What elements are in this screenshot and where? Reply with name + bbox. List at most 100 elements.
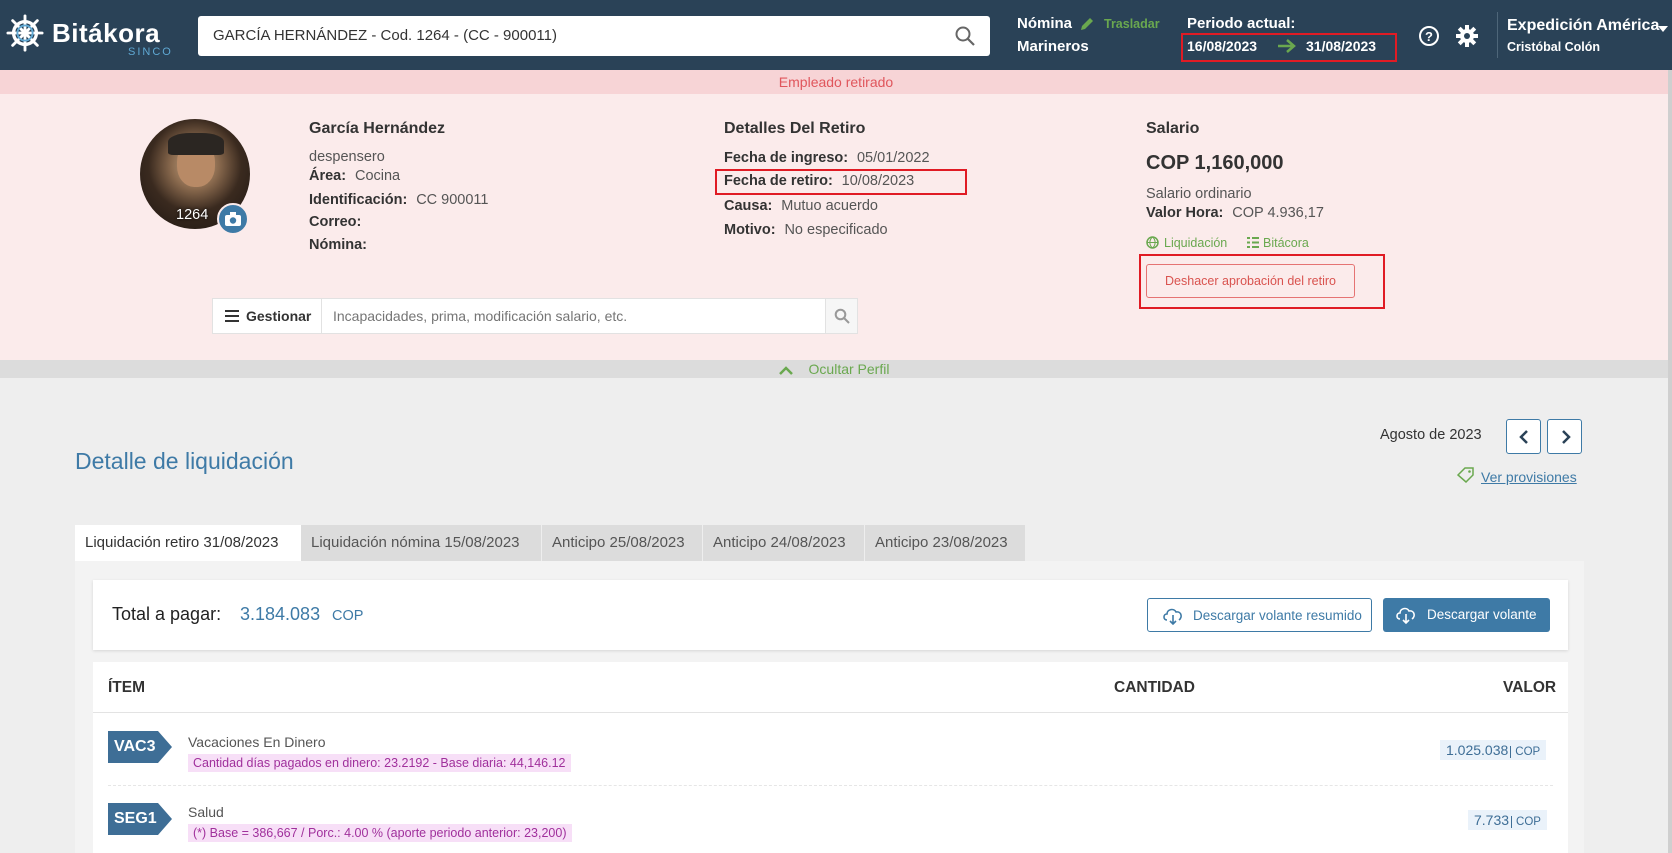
- svg-text:?: ?: [1425, 29, 1433, 44]
- tab-payroll-liquidation[interactable]: Liquidación nómina 15/08/2023: [301, 525, 541, 561]
- col-qty-header: CANTIDAD: [1114, 679, 1195, 696]
- manage-button-label: Gestionar: [246, 308, 312, 324]
- liquidation-link[interactable]: Liquidación: [1164, 236, 1227, 250]
- scrollbar[interactable]: [1668, 70, 1672, 853]
- start-date-label: Fecha de ingreso:: [724, 150, 849, 166]
- company-name[interactable]: Expedición América: [1507, 17, 1659, 35]
- manage-button[interactable]: Gestionar: [213, 299, 322, 333]
- employee-search-input[interactable]: GARCÍA HERNÁNDEZ - Cod. 1264 - (CC - 900…: [198, 16, 990, 56]
- row-value-currency: COP: [1510, 746, 1541, 758]
- area-label: Área:: [309, 168, 347, 184]
- cloud-download-icon: [1396, 607, 1415, 624]
- ship-wheel-logo-icon[interactable]: [6, 14, 44, 52]
- row-value-amount: 1.025.038: [1446, 742, 1509, 758]
- download-summary-button[interactable]: Descargar volante resumido: [1147, 598, 1372, 632]
- row-value-currency: COP: [1511, 816, 1541, 828]
- search-icon[interactable]: [954, 25, 976, 47]
- next-month-button[interactable]: [1547, 419, 1582, 454]
- salary-amount: COP 1,160,000: [1146, 152, 1284, 174]
- row-note: (*) Base = 386,667 / Porc.: 4.00 % (apor…: [188, 824, 572, 842]
- payroll-label: Nómina:: [309, 237, 367, 253]
- reason-value: No especificado: [784, 222, 888, 238]
- employee-role: despensero: [309, 149, 385, 165]
- total-card: Total a pagar: 3.184.083 COP Descargar v…: [93, 580, 1568, 650]
- area-value: Cocina: [354, 168, 401, 184]
- hour-value: COP 4.936,17: [1232, 205, 1324, 221]
- search-value: GARCÍA HERNÁNDEZ - Cod. 1264 - (CC - 900…: [213, 27, 557, 44]
- download-full-button[interactable]: Descargar volante: [1383, 598, 1550, 632]
- retirement-title: Detalles Del Retiro: [724, 120, 866, 137]
- table-row: SEG1 Salud (*) Base = 386,667 / Porc.: 4…: [93, 786, 1568, 853]
- hour-value-label: Valor Hora:: [1146, 205, 1224, 221]
- tab-advance-25[interactable]: Anticipo 25/08/2023: [542, 525, 702, 561]
- highlight-undo-button: [1139, 254, 1385, 309]
- month-label: Agosto de 2023: [1380, 427, 1482, 443]
- download-full-label: Descargar volante: [1427, 607, 1537, 622]
- row-value: 1.025.038 COP: [1440, 740, 1547, 760]
- section-title: Detalle de liquidación: [75, 448, 294, 474]
- gear-icon[interactable]: [1456, 25, 1478, 47]
- total-amount: 3.184.083: [240, 604, 321, 624]
- globe-icon: [1146, 236, 1159, 249]
- hide-profile-label: Ocultar Perfil: [808, 361, 890, 377]
- help-icon[interactable]: ?: [1418, 25, 1440, 47]
- retired-banner-text: Empleado retirado: [778, 74, 894, 90]
- download-summary-label: Descargar volante resumido: [1193, 608, 1362, 623]
- transfer-link[interactable]: Trasladar: [1104, 17, 1160, 31]
- row-value-amount: 7.733: [1474, 812, 1510, 828]
- module-label[interactable]: Nómina: [1017, 15, 1072, 32]
- salary-type: Salario ordinario: [1146, 186, 1252, 202]
- row-name: Vacaciones En Dinero: [188, 734, 326, 750]
- hide-profile-toggle[interactable]: Ocultar Perfil: [0, 360, 1668, 378]
- menu-icon: [225, 310, 239, 322]
- cause-label: Causa:: [724, 198, 773, 214]
- col-item-header: ÍTEM: [108, 679, 146, 696]
- prev-month-button[interactable]: [1506, 419, 1541, 454]
- row-name: Salud: [188, 804, 224, 820]
- caret-down-icon[interactable]: [1658, 24, 1670, 34]
- table-row: VAC3 Vacaciones En Dinero Cantidad días …: [93, 713, 1568, 785]
- provisions-link[interactable]: Ver provisiones: [1481, 469, 1577, 485]
- tab-retirement-liquidation[interactable]: Liquidación retiro 31/08/2023: [75, 525, 301, 561]
- tag-icon: [1457, 467, 1474, 483]
- id-value: CC 900011: [416, 192, 489, 208]
- retired-banner: Empleado retirado: [0, 70, 1672, 94]
- employee-profile: 1264 García Hernández despensero Área: C…: [0, 94, 1668, 360]
- manage-search-input[interactable]: [323, 300, 803, 332]
- chevron-up-icon: [778, 365, 793, 375]
- payroll-name: Marineros: [1017, 38, 1089, 55]
- row-code: SEG1: [108, 803, 172, 835]
- user-name: Cristóbal Colón: [1507, 40, 1601, 54]
- list-icon: [1247, 237, 1259, 248]
- divider: [1497, 12, 1498, 58]
- highlight-retire-date: [715, 169, 967, 195]
- brand-sub: SINCO: [128, 46, 173, 58]
- salary-title: Salario: [1146, 120, 1200, 137]
- camera-icon[interactable]: [217, 203, 249, 235]
- col-value-header: VALOR: [1503, 679, 1557, 696]
- row-value: 7.733 COP: [1468, 810, 1547, 830]
- employee-name: García Hernández: [309, 120, 446, 137]
- cloud-download-icon: [1163, 608, 1182, 625]
- items-table: ÍTEM CANTIDAD VALOR VAC3 Vacaciones En D…: [93, 662, 1568, 853]
- chevron-right-icon: [1562, 430, 1571, 444]
- search-icon: [834, 308, 850, 324]
- cause-value: Mutuo acuerdo: [781, 198, 878, 214]
- tab-advance-24[interactable]: Anticipo 24/08/2023: [703, 525, 864, 561]
- row-note: Cantidad días pagados en dinero: 23.2192…: [188, 754, 571, 772]
- manage-bar: Gestionar: [212, 298, 858, 334]
- tab-advance-23[interactable]: Anticipo 23/08/2023: [865, 525, 1025, 561]
- top-bar: Bitákora SINCO GARCÍA HERNÁNDEZ - Cod. 1…: [0, 0, 1672, 70]
- chevron-left-icon: [1519, 430, 1528, 444]
- brand-name: Bitákora: [52, 18, 161, 48]
- start-date: 05/01/2022: [856, 150, 930, 166]
- total-label: Total a pagar:: [112, 604, 222, 624]
- highlight-period: [1181, 33, 1397, 62]
- pencil-icon[interactable]: [1079, 16, 1095, 32]
- total-currency: COP: [332, 608, 364, 624]
- log-link[interactable]: Bitácora: [1263, 236, 1309, 250]
- email-label: Correo:: [309, 214, 362, 230]
- row-code: VAC3: [108, 731, 172, 763]
- reason-label: Motivo:: [724, 222, 776, 238]
- manage-search-button[interactable]: [825, 299, 857, 333]
